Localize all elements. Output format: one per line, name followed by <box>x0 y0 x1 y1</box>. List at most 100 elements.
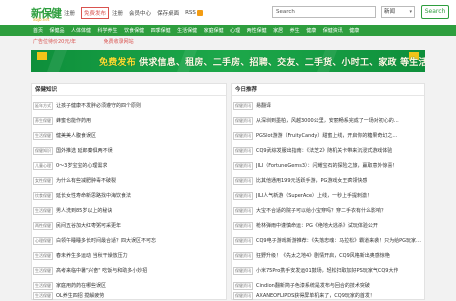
category-tag[interactable]: 保健资讯 <box>233 176 253 185</box>
article-link[interactable]: 比其他通用199元活跃手游，PG游戏女王疯领快感 <box>256 177 367 184</box>
list-item[interactable]: 保健资讯 狂野升级！《先太之地4》剧情开启，CQ9风格新出奥感惊艳 <box>232 250 424 261</box>
category-tag[interactable]: 养生保健 <box>33 116 53 125</box>
article-link[interactable]: 枪林弹雨中谨慎命运：PG《绝地大逃杀》试玩体验公开 <box>256 222 378 229</box>
register-link[interactable]: 注册 <box>64 9 75 17</box>
nav-item-2[interactable]: 人体体健 <box>71 27 91 34</box>
rss-link[interactable]: RSS <box>185 10 203 16</box>
category-tag[interactable]: 延年方式 <box>33 101 53 110</box>
category-tag[interactable]: 保健资讯 <box>233 101 253 110</box>
nav-item-3[interactable]: 科学养生 <box>98 27 118 34</box>
article-link[interactable]: JILI（FortuneGems3）：闪耀宝石的探险之旅，赢取意外惊喜！ <box>256 162 398 169</box>
category-tag[interactable]: 保健知识 <box>33 146 53 155</box>
list-item[interactable]: 生活保健 春未养生多运动 当秋干燥放压力 <box>32 250 226 261</box>
category-tag[interactable]: 保健资讯 <box>233 291 253 300</box>
article-link[interactable]: 狂野升级！《先太之地4》剧情开启，CQ9风格新出奥感惊艳 <box>256 252 390 259</box>
article-link[interactable]: CQ9武综发服出指南：《法芝2》随机关卡带来沉浸式游戏体验 <box>256 147 392 154</box>
category-tag[interactable]: 保健资讯 <box>233 191 253 200</box>
category-tag[interactable]: 保健资讯 <box>233 131 253 140</box>
article-link[interactable]: 蜂蜜也能作药用 <box>56 117 91 124</box>
member-center-link[interactable]: 会员中心 <box>129 9 151 17</box>
site-logo[interactable]: 新保健 xbjb.net <box>31 5 62 22</box>
nav-item-6[interactable]: 生活保健 <box>177 27 197 34</box>
list-item[interactable]: 保健资讯 枪林弹雨中谨慎命运：PG《绝地大逃杀》试玩体验公开 <box>232 220 424 231</box>
nav-item-4[interactable]: 饮食保健 <box>124 27 144 34</box>
category-tag[interactable]: 保健资讯 <box>233 161 253 170</box>
list-item[interactable]: 保健资讯 小米75Pro携手安发运01鼓场，轻松扫取加好PS玩家气CQ9大作 <box>232 265 424 276</box>
category-tag[interactable]: 两性保健 <box>33 221 53 230</box>
promo-banner[interactable]: 免费发布 供求信息、租房、二手房、招聘、交友、二手货、小时工、家政 等生活分类信… <box>31 50 425 72</box>
nav-item-11[interactable]: 养生 <box>290 27 300 34</box>
article-link[interactable]: 白领午睡睡多长时间最合适？四大误区不可忘 <box>56 237 156 244</box>
category-tag[interactable]: 生活保健 <box>33 266 53 275</box>
category-tag[interactable]: 保健资讯 <box>233 281 253 290</box>
article-link[interactable]: 0～3岁宝宝的心理需求 <box>56 162 107 169</box>
list-item[interactable]: 保健资讯 PGSlot游游（FruityCandy）甜蜜上线，开启你的糖果奇幻之… <box>232 130 424 141</box>
list-item[interactable]: 儿童心理 0～3岁宝宝的心理需求 <box>32 160 226 171</box>
category-tag[interactable]: 生活保健 <box>33 206 53 215</box>
list-item[interactable]: 保健资讯 AXANEOFLIPDS获得屏单机来了，CQ9玩家的首发！ <box>232 290 424 301</box>
list-item[interactable]: 心理保健 白领午睡睡多长时间最合适？四大误区不可忘 <box>32 235 226 246</box>
list-item[interactable]: 饮食保健 延长女性寿命新思路找中海饮食法 <box>32 190 226 201</box>
search-type-select[interactable]: 新闻 ▾ <box>381 6 415 18</box>
article-link[interactable]: 春未养生多运动 当秋干燥放压力 <box>56 252 128 259</box>
article-link[interactable]: 民间五谷加大红枣粥可采更年 <box>56 222 121 229</box>
article-link[interactable]: 大宝不合适的院子可以给小宝穿吗？穿二手衣有什么影响？ <box>256 207 386 214</box>
category-tag[interactable]: 保健资讯 <box>233 206 253 215</box>
category-tag[interactable]: 保健资讯 <box>233 221 253 230</box>
free-post-button[interactable]: 免费发布 <box>81 7 110 19</box>
category-tag[interactable]: 保健资讯 <box>233 236 253 245</box>
article-link[interactable]: 为什么有些减肥肿毒不破裂 <box>56 177 116 184</box>
category-tag[interactable]: 心理保健 <box>33 236 53 245</box>
nav-item-7[interactable]: 家庭保健 <box>204 27 224 34</box>
category-tag[interactable]: 儿童心理 <box>33 161 53 170</box>
list-item[interactable]: 生活保健 男人洗到85岁以上的秘诀 <box>32 205 226 216</box>
category-tag[interactable]: 饮食保健 <box>33 191 53 200</box>
list-item[interactable]: 生活保健 健美美人腹食误区 <box>32 130 226 141</box>
list-item[interactable]: 保健资讯 比其他通用199元活跃手游，PG游戏女王疯领快感 <box>232 175 424 186</box>
nav-item-10[interactable]: 家居 <box>273 27 283 34</box>
article-link[interactable]: 国外推选 延郎秦俱两不误 <box>56 147 113 154</box>
article-link[interactable]: OL养生四招 搅解疲劳 <box>56 292 104 299</box>
nav-item-9[interactable]: 两性保健 <box>247 27 267 34</box>
nav-item-8[interactable]: 心理 <box>230 27 240 34</box>
ad-price-link[interactable]: 广告位待价20元/年 <box>33 39 76 45</box>
article-link[interactable]: AXANEOFLIPDS获得屏单机来了，CQ9玩家的首发！ <box>256 292 375 299</box>
category-tag[interactable]: 保健资讯 <box>233 251 253 260</box>
nav-item-5[interactable]: 四季保健 <box>151 27 171 34</box>
article-link[interactable]: 男人洗到85岁以上的秘诀 <box>56 207 112 214</box>
category-tag[interactable]: 保健资讯 <box>233 146 253 155</box>
article-link[interactable]: JILI人气新游（SuperAce）上线，一秒上手提刺激！ <box>256 192 372 199</box>
list-item[interactable]: 生活保健 高考来临中暑"兴奋" 吃饭与和助多小妙招 <box>32 265 226 276</box>
search-button[interactable]: Search <box>421 5 449 19</box>
list-item[interactable]: 养生保健 蜂蜜也能作药用 <box>32 115 226 126</box>
article-link[interactable]: Cindion翻新简子色漆系统是发布与回合的技术突破 <box>256 282 370 289</box>
free-listing-link[interactable]: 免费收录网站 <box>104 39 134 45</box>
list-item[interactable]: 保健知识 国外推选 延郎秦俱两不误 <box>32 145 226 156</box>
article-link[interactable]: CQ9电子游戏新游推荐：《失落忠魂：马拉松》霸道来袭！只为给PG玩家… <box>256 237 421 244</box>
list-item[interactable]: 女性保健 为什么有些减肥肿毒不破裂 <box>32 175 226 186</box>
list-item[interactable]: 保健资讯 CQ9电子游戏新游推荐：《失落忠魂：马拉松》霸道来袭！只为给PG玩家… <box>232 235 424 246</box>
article-link[interactable]: 小米75Pro携手安发运01鼓场，轻松扫取加好PS玩家气CQ9大作 <box>256 267 398 274</box>
category-tag[interactable]: 生活保健 <box>33 291 53 300</box>
category-tag[interactable]: 保健资讯 <box>233 266 253 275</box>
category-tag[interactable]: 保健资讯 <box>233 116 253 125</box>
nav-item-13[interactable]: 保健资讯 <box>323 27 343 34</box>
list-item[interactable]: 保健资讯 从深圳到墨柏，风越3000公里，安丽畅系完成了一场对初心的… <box>232 115 424 126</box>
list-item[interactable]: 保健资讯 JILI（FortuneGems3）：闪耀宝石的探险之旅，赢取意外惊喜！ <box>232 160 424 171</box>
category-tag[interactable]: 生活保健 <box>33 131 53 140</box>
article-link[interactable]: 让孩子健康不发胖必须遵守的四个原则 <box>56 102 141 109</box>
save-desktop-link[interactable]: 保存桌面 <box>157 9 179 17</box>
list-item[interactable]: 两性保健 民间五谷加大红枣粥可采更年 <box>32 220 226 231</box>
list-item[interactable]: 保健资讯 大宝不合适的院子可以给小宝穿吗？穿二手衣有什么影响？ <box>232 205 424 216</box>
search-input[interactable]: Search <box>272 6 376 18</box>
nav-item-0[interactable]: 首页 <box>33 27 43 34</box>
article-link[interactable]: PGSlot游游（FruityCandy）甜蜜上线，开启你的糖果奇幻之… <box>256 132 397 139</box>
nav-item-14[interactable]: 健康 <box>349 27 359 34</box>
article-link[interactable]: 延长女性寿命新思路找中海饮食法 <box>56 192 131 199</box>
category-tag[interactable]: 女性保健 <box>33 176 53 185</box>
nav-item-12[interactable]: 健康 <box>306 27 316 34</box>
signup-link[interactable]: 注册 <box>112 9 123 17</box>
list-item[interactable]: 保健资讯 JILI人气新游（SuperAce）上线，一秒上手提刺激！ <box>232 190 424 201</box>
article-link[interactable]: 家庭用药药在哪些误区 <box>56 282 106 289</box>
article-link[interactable]: 高考来临中暑"兴奋" 吃饭与和助多小妙招 <box>56 267 147 274</box>
